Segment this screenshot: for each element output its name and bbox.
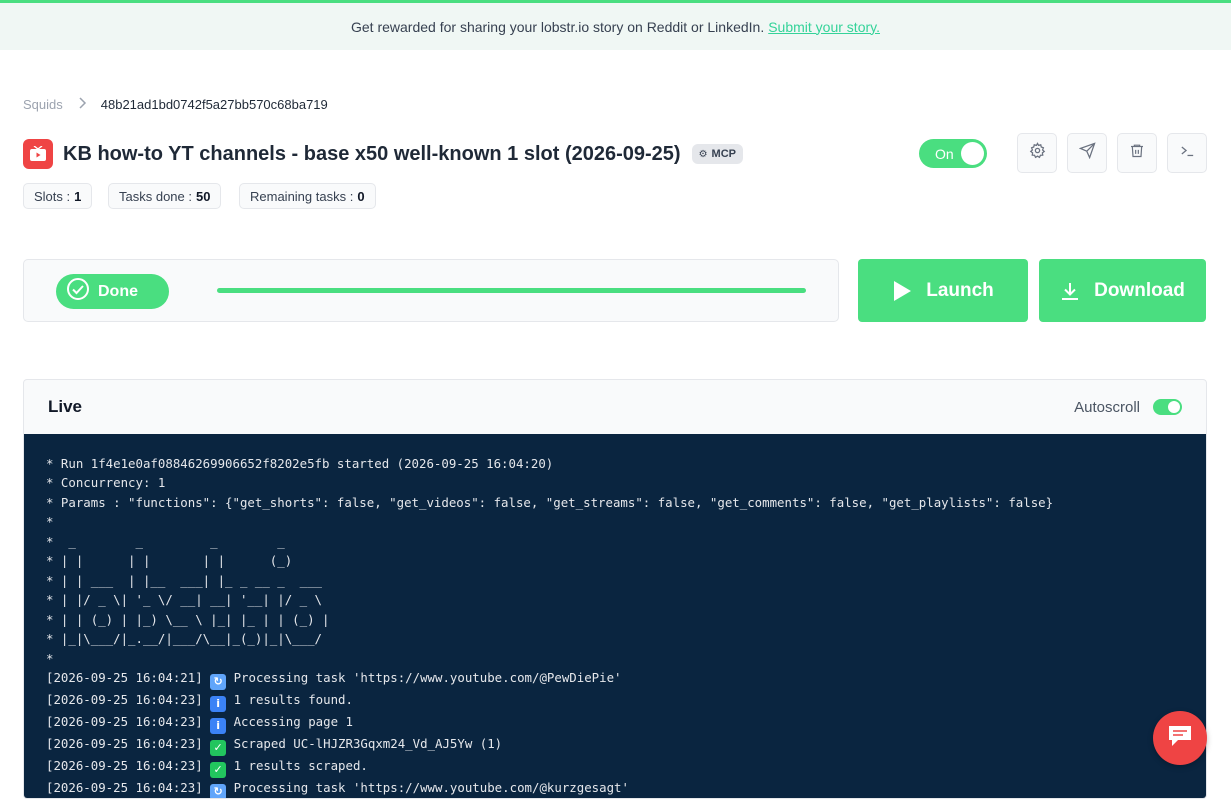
info-icon: i xyxy=(210,695,227,712)
stat-remaining-value: 0 xyxy=(357,188,365,204)
run-status-box: Done xyxy=(23,259,839,322)
check-icon: ✓ xyxy=(210,739,227,756)
autoscroll-knob xyxy=(1168,401,1180,413)
check-circle-icon xyxy=(66,277,90,306)
squid-on-toggle[interactable]: On xyxy=(919,139,987,168)
settings-button[interactable] xyxy=(1017,133,1057,173)
stat-slots-label: Slots : xyxy=(34,188,71,204)
stat-done-label: Tasks done : xyxy=(119,188,192,204)
live-panel-header: Live Autoscroll xyxy=(24,380,1206,434)
console-output: * Run 1f4e1e0af08846269906652f8202e5fb s… xyxy=(46,454,1206,798)
stat-done-value: 50 xyxy=(196,188,211,204)
terminal-icon xyxy=(1179,142,1196,164)
promo-banner: Get rewarded for sharing your lobstr.io … xyxy=(0,3,1231,50)
console-header-line: * Params : "functions": {"get_shorts": f… xyxy=(46,494,1054,510)
send-icon xyxy=(1078,142,1096,164)
console-header-line: * xyxy=(46,650,54,666)
done-status-badge: Done xyxy=(56,274,169,309)
done-status-label: Done xyxy=(98,282,138,300)
console-header-line: * xyxy=(46,514,54,530)
live-panel: Live Autoscroll * Run 1f4e1e0af088462699… xyxy=(23,379,1207,799)
stat-slots: Slots : 1 xyxy=(23,183,93,209)
mcp-badge-label: MCP xyxy=(711,148,736,160)
mcp-badge: ⚙ MCP xyxy=(691,144,743,164)
log-message: 1 results found. xyxy=(233,691,353,707)
play-icon xyxy=(892,280,912,302)
gear-icon xyxy=(1029,142,1046,164)
terminal-button[interactable] xyxy=(1167,133,1207,173)
log-timestamp: [2026-09-25 16:04:23] xyxy=(46,757,203,773)
log-message: Scraped UC-lHJZR3Gqxm24_Vd_AJ5Yw (1) xyxy=(233,735,503,751)
autoscroll-toggle[interactable] xyxy=(1153,399,1182,415)
chat-bubble-icon xyxy=(1166,723,1194,754)
banner-text: Get rewarded for sharing your lobstr.io … xyxy=(351,18,765,35)
log-message: Accessing page 1 xyxy=(233,713,353,729)
breadcrumb: Squids 48b21ad1bd0742f5a27bb570c68ba719 xyxy=(23,96,328,112)
console-header-line: * | | ___ | |__ ___| |_ _ __ _ ___ xyxy=(46,572,323,588)
processing-icon: ↻ xyxy=(210,673,227,690)
console-header-line: * |_|\___/|_.__/|___/\__|_(_)|_|\___/ xyxy=(46,631,323,647)
download-icon xyxy=(1060,281,1080,301)
log-timestamp: [2026-09-25 16:04:23] xyxy=(46,713,203,729)
log-timestamp: [2026-09-25 16:04:23] xyxy=(46,735,203,751)
log-message: Processing task 'https://www.youtube.com… xyxy=(233,779,629,795)
run-progress-bar xyxy=(217,288,806,293)
chip-icon: ⚙ xyxy=(698,148,708,160)
delete-button[interactable] xyxy=(1117,133,1157,173)
info-icon: i xyxy=(210,717,227,734)
console-header-line: * _ _ _ _ xyxy=(46,533,285,549)
autoscroll-control: Autoscroll xyxy=(1074,399,1182,416)
console-log-line: [2026-09-25 16:04:23] i Accessing page 1 xyxy=(46,713,353,734)
console-header-line: * | |/ _ \| '_ \/ __| __| '__| |/ _ \ xyxy=(46,592,323,608)
console-header-line: * | | | | | | (_) xyxy=(46,553,293,569)
log-message: 1 results scraped. xyxy=(233,757,368,773)
log-timestamp: [2026-09-25 16:04:23] xyxy=(46,691,203,707)
stat-remaining-label: Remaining tasks : xyxy=(250,188,354,204)
console-log-line: [2026-09-25 16:04:23] ✓ 1 results scrape… xyxy=(46,757,368,778)
toggle-knob xyxy=(961,142,984,165)
stat-remaining: Remaining tasks : 0 xyxy=(239,183,376,209)
stat-tasks-done: Tasks done : 50 xyxy=(108,183,222,209)
squid-header: KB how-to YT channels - base x50 well-kn… xyxy=(23,139,743,169)
trash-icon xyxy=(1129,142,1145,164)
chat-support-button[interactable] xyxy=(1153,711,1207,765)
send-button[interactable] xyxy=(1067,133,1107,173)
check-icon: ✓ xyxy=(210,761,227,778)
log-timestamp: [2026-09-25 16:04:21] xyxy=(46,669,203,685)
launch-button-label: Launch xyxy=(926,279,994,301)
breadcrumb-current: 48b21ad1bd0742f5a27bb570c68ba719 xyxy=(100,96,328,112)
download-button[interactable]: Download xyxy=(1039,259,1206,322)
submit-story-link[interactable]: Submit your story. xyxy=(768,19,880,35)
page-title: KB how-to YT channels - base x50 well-kn… xyxy=(63,142,681,165)
live-title: Live xyxy=(48,397,83,416)
toggle-label: On xyxy=(935,146,954,162)
processing-icon: ↻ xyxy=(210,783,227,798)
console-log-line: [2026-09-25 16:04:21] ↻ Processing task … xyxy=(46,669,622,690)
breadcrumb-squids[interactable]: Squids xyxy=(23,97,63,112)
chevron-right-icon xyxy=(79,96,87,112)
console-log-line: [2026-09-25 16:04:23] i 1 results found. xyxy=(46,691,353,712)
log-timestamp: [2026-09-25 16:04:23] xyxy=(46,779,203,795)
console-log-line: [2026-09-25 16:04:23] ✓ Scraped UC-lHJZR… xyxy=(46,735,503,756)
console-log-line: [2026-09-25 16:04:23] ↻ Processing task … xyxy=(46,779,629,798)
log-message: Processing task 'https://www.youtube.com… xyxy=(233,669,622,685)
console-header-line: * | | (_) | |_) \__ \ |_| |_ | | (_) | xyxy=(46,611,330,627)
launch-button[interactable]: Launch xyxy=(858,259,1028,322)
console-header-line: * Concurrency: 1 xyxy=(46,475,166,491)
autoscroll-label: Autoscroll xyxy=(1074,398,1140,416)
console-header-line: * Run 1f4e1e0af08846269906652f8202e5fb s… xyxy=(46,456,554,471)
live-console[interactable]: * Run 1f4e1e0af08846269906652f8202e5fb s… xyxy=(24,434,1206,798)
youtube-icon xyxy=(23,139,53,169)
stat-slots-value: 1 xyxy=(74,188,82,204)
download-button-label: Download xyxy=(1094,279,1185,301)
